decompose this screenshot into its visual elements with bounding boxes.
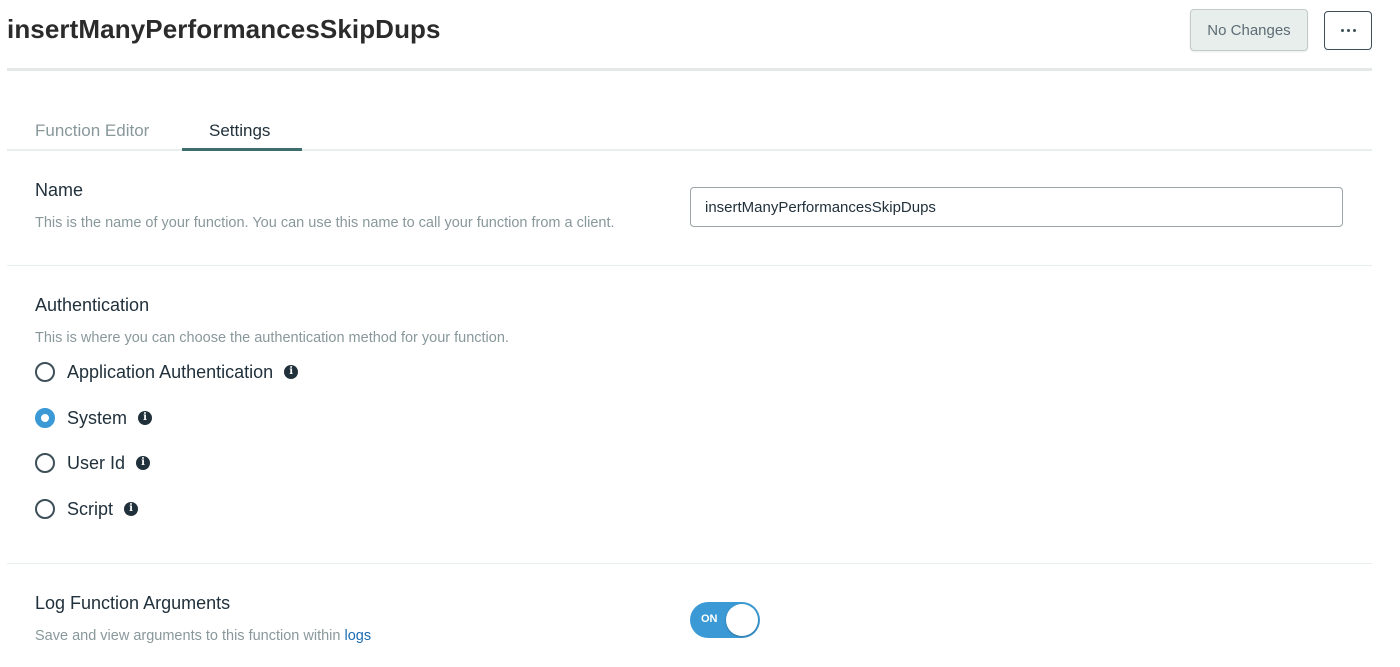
auth-option-label: Application Authentication [67, 361, 274, 382]
auth-option-label: User Id [67, 452, 126, 473]
info-icon[interactable]: i [124, 502, 139, 516]
tab-function-editor[interactable]: Function Editor [35, 121, 149, 141]
name-section-description: This is the name of your function. You c… [35, 215, 615, 231]
no-changes-button[interactable]: No Changes [1190, 9, 1308, 51]
active-tab-indicator [182, 148, 302, 151]
toggle-state-label: ON [701, 613, 718, 625]
more-dot-icon [1340, 29, 1344, 32]
auth-option-label: Script [67, 498, 114, 519]
auth-option-system[interactable]: System i [35, 406, 153, 430]
more-dot-icon [1352, 29, 1356, 32]
toggle-knob [726, 604, 758, 636]
log-description-text: Save and view arguments to this function… [35, 628, 341, 644]
auth-option-script[interactable]: Script i [35, 497, 139, 521]
auth-option-label: System [67, 407, 128, 428]
page-title: insertManyPerformancesSkipDups [7, 14, 441, 44]
function-settings-page: insertManyPerformancesSkipDups No Change… [0, 0, 1400, 667]
auth-option-user-id[interactable]: User Id i [35, 451, 151, 475]
section-divider [7, 563, 1372, 564]
logs-link[interactable]: logs [345, 628, 372, 644]
function-name-input[interactable] [690, 187, 1343, 227]
auth-section-title: Authentication [35, 295, 150, 315]
radio-button[interactable] [35, 408, 55, 428]
tab-settings[interactable]: Settings [209, 121, 270, 141]
log-section-title: Log Function Arguments [35, 593, 231, 613]
info-icon[interactable]: i [136, 456, 151, 470]
info-icon[interactable]: i [284, 365, 299, 379]
radio-button[interactable] [35, 453, 55, 473]
more-dot-icon [1346, 29, 1350, 32]
radio-button[interactable] [35, 362, 55, 382]
header-divider [7, 68, 1372, 71]
auth-section-description: This is where you can choose the authent… [35, 330, 509, 346]
more-options-button[interactable] [1324, 11, 1372, 50]
name-section-title: Name [35, 180, 84, 200]
info-icon[interactable]: i [138, 411, 153, 425]
log-section-description: Save and view arguments to this function… [35, 628, 371, 644]
radio-button[interactable] [35, 499, 55, 519]
section-divider [7, 265, 1372, 266]
auth-option-application-authentication[interactable]: Application Authentication i [35, 360, 299, 384]
log-arguments-toggle[interactable]: ON [690, 602, 760, 638]
